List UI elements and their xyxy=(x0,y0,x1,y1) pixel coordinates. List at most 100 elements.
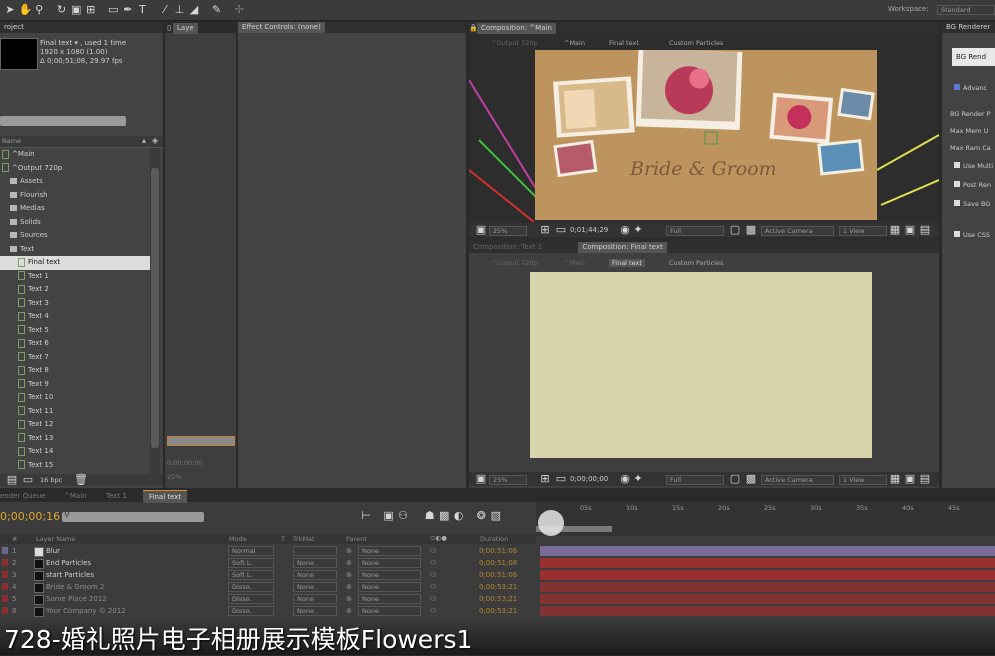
arrow-tool-icon[interactable]: ➤ xyxy=(4,4,16,16)
col-parent[interactable]: Parent xyxy=(346,535,367,543)
crumb[interactable]: ^Main xyxy=(564,39,585,47)
transparency-icon[interactable]: ▩ xyxy=(745,473,757,485)
project-item[interactable]: Text 15 xyxy=(0,459,150,473)
project-item[interactable]: ^Main xyxy=(0,148,150,162)
layer-parent-select[interactable]: None xyxy=(358,546,421,556)
crumb[interactable]: Custom Particles xyxy=(669,259,723,267)
use-multi-checkbox[interactable]: Use Multi xyxy=(954,157,993,176)
advanced-checkbox[interactable]: Advanc xyxy=(954,84,987,92)
label-color-chip[interactable] xyxy=(2,559,8,566)
trash-icon[interactable]: 🗑 xyxy=(74,474,88,486)
project-item[interactable]: Medias xyxy=(0,202,150,216)
project-item[interactable]: Text 12 xyxy=(0,418,150,432)
layer-parent-select[interactable]: None xyxy=(358,558,421,568)
brush-tool-icon[interactable]: ⁄ xyxy=(159,4,171,16)
layer-switch-icon[interactable]: ⚇ xyxy=(430,605,436,617)
timeline-timecode[interactable]: 0;00;00;16 xyxy=(0,510,60,523)
layer-mode-select[interactable]: Soft L. xyxy=(228,570,274,580)
comp-final-canvas[interactable] xyxy=(530,272,872,458)
current-time[interactable]: 0;01;44;29 xyxy=(570,226,608,234)
hand-tool-icon[interactable]: ✋ xyxy=(19,4,33,16)
crumb[interactable]: Custom Particles xyxy=(669,39,723,47)
layer-switch-icon[interactable]: ⚇ xyxy=(430,593,436,605)
layer-trkmat-select[interactable]: None xyxy=(293,594,337,604)
timeline-search-input[interactable]: ⚲ xyxy=(62,510,204,522)
tab-layer[interactable]: Laye xyxy=(173,23,198,34)
layer-trkmat-select[interactable]: None xyxy=(293,582,337,592)
crumb[interactable]: ^Output 720p xyxy=(491,259,538,267)
layer-duration-bar[interactable] xyxy=(540,582,995,592)
toggle-pixel-icon[interactable]: ▦ xyxy=(889,473,901,485)
tab-text1[interactable]: Text 1 xyxy=(106,492,127,500)
tab-comp-final[interactable]: Composition: Final text xyxy=(578,242,667,253)
snapshot-icon[interactable]: ◉ xyxy=(619,473,631,485)
roi-icon[interactable]: ▢ xyxy=(729,473,741,485)
scroll-thumb[interactable] xyxy=(151,168,159,448)
layer-mode-select[interactable]: Soft L. xyxy=(228,558,274,568)
toggle-pixel-icon[interactable]: ▦ xyxy=(889,224,901,236)
layer-duration[interactable]: 0;00;53;21 xyxy=(479,605,517,617)
project-item[interactable]: Text 6 xyxy=(0,337,150,351)
col-duration[interactable]: Duration xyxy=(480,535,508,543)
eraser-tool-icon[interactable]: ◢ xyxy=(188,4,200,16)
bpc-label[interactable]: 16 bpc xyxy=(40,476,62,484)
layer-switch-icon[interactable]: ⚇ xyxy=(430,557,436,569)
layer-mode-select[interactable]: Disso. xyxy=(228,606,274,616)
layer-row[interactable]: 2 End Particles Soft L. None ⊚ None ⚇ 0;00;51;0… xyxy=(0,557,536,569)
project-item[interactable]: Text 9 xyxy=(0,378,150,392)
channel-icon[interactable]: ✦ xyxy=(632,224,644,236)
channel-icon[interactable]: ✦ xyxy=(632,473,644,485)
layer-parent-select[interactable]: None xyxy=(358,594,421,604)
pen-tool-icon[interactable]: ✒ xyxy=(122,4,134,16)
col-num[interactable]: # xyxy=(12,535,17,543)
layer-duration-bar[interactable] xyxy=(540,570,995,580)
layer-zoom[interactable]: 25% xyxy=(167,473,181,481)
col-name[interactable]: Name xyxy=(2,137,21,145)
project-item[interactable]: Text 14 xyxy=(0,445,150,459)
layer-name[interactable]: start Particles xyxy=(46,569,94,581)
fit-icon[interactable]: ▣ xyxy=(475,224,487,236)
view-select[interactable]: 1 View xyxy=(839,226,887,236)
project-item[interactable]: Text 4 xyxy=(0,310,150,324)
label-color-chip[interactable] xyxy=(2,595,8,602)
view-select[interactable]: 1 View xyxy=(839,475,887,485)
lock-icon[interactable]: ▯ xyxy=(165,22,173,34)
layer-duration[interactable]: 0;00;51;08 xyxy=(479,557,517,569)
project-scrollbar[interactable] xyxy=(150,148,160,480)
tag-icon[interactable]: ◈ xyxy=(152,136,158,145)
reset-exposure-icon[interactable]: ▣ xyxy=(904,473,916,485)
project-item[interactable]: ^Output 720p xyxy=(0,162,150,176)
tab-effect-controls[interactable]: Effect Controls: (none) xyxy=(238,22,325,33)
reset-exposure-icon[interactable]: ▣ xyxy=(904,224,916,236)
project-item[interactable]: Text 8 xyxy=(0,364,150,378)
layer-parent-select[interactable]: None xyxy=(358,582,421,592)
layer-duration-bar[interactable] xyxy=(540,606,995,616)
frame-blend-icon[interactable]: ▩ xyxy=(438,510,450,522)
layer-duration[interactable]: 0;00;51;08 xyxy=(479,569,517,581)
save-bg-checkbox[interactable]: Save BG xyxy=(954,195,993,214)
mask-visibility-icon[interactable]: ▭ xyxy=(555,473,567,485)
col-t[interactable]: T xyxy=(281,535,285,543)
live-update-icon[interactable]: ▣ xyxy=(383,510,395,522)
fit-icon[interactable]: ▣ xyxy=(475,473,487,485)
pick-whip-icon[interactable]: ⊚ xyxy=(346,545,352,557)
layer-duration[interactable]: 0;00;51;08 xyxy=(479,545,517,557)
project-item[interactable]: Text 13 xyxy=(0,432,150,446)
project-item[interactable]: Assets xyxy=(0,175,150,189)
sort-icon[interactable]: ▴ xyxy=(142,136,146,145)
flowchart-icon[interactable]: ▤ xyxy=(919,473,931,485)
layer-switch-icon[interactable]: ⚇ xyxy=(430,569,436,581)
snapshot-icon[interactable]: ◉ xyxy=(619,224,631,236)
col-trkmat[interactable]: TrkMat xyxy=(293,535,315,543)
layer-row[interactable]: 4 Bride & Groom 2 Disso. None ⊚ None ⚇ 0;00;53;… xyxy=(0,581,536,593)
resolution-select[interactable]: Full xyxy=(666,475,724,485)
layer-trkmat-select[interactable] xyxy=(293,546,337,556)
layer-trkmat-select[interactable]: None xyxy=(293,606,337,616)
pick-whip-icon[interactable]: ⊚ xyxy=(346,605,352,617)
project-item[interactable]: Solids xyxy=(0,216,150,230)
camera-tool-icon[interactable]: ▣ xyxy=(70,4,82,16)
layer-name[interactable]: Some Place 2012 xyxy=(46,593,107,605)
layer-mode-select[interactable]: Disso. xyxy=(228,582,274,592)
layer-time-slider[interactable] xyxy=(167,436,235,446)
post-render-checkbox[interactable]: Post Ren xyxy=(954,176,993,195)
